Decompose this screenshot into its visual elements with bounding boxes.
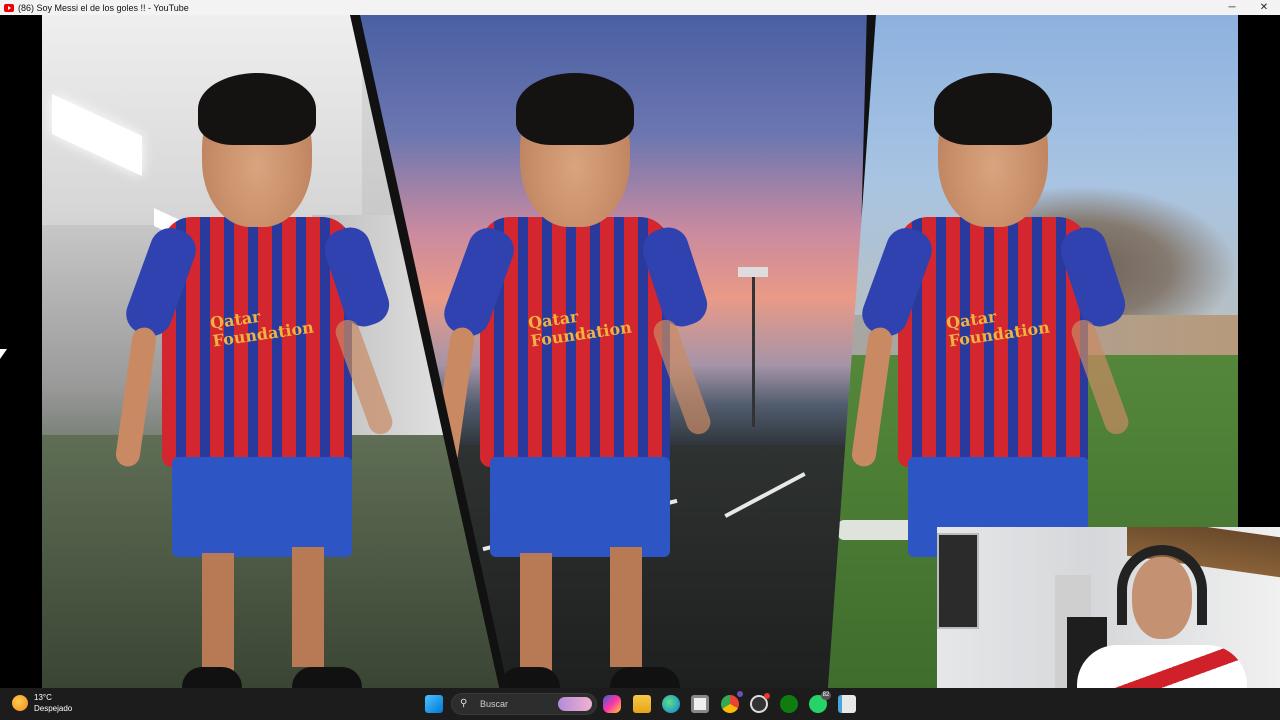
whatsapp-unread-badge: 82 (821, 691, 831, 700)
windows-taskbar: 13°C Despejado ⚲ Buscar 82 (0, 688, 1280, 720)
windows-start-icon[interactable] (425, 695, 443, 713)
microsoft-store-icon[interactable] (691, 695, 709, 713)
floodlight-pole (752, 277, 755, 427)
leg (202, 553, 234, 673)
wall-poster (937, 533, 979, 629)
shorts (490, 457, 670, 557)
mouse-cursor (0, 349, 7, 359)
leg (292, 547, 324, 667)
recording-badge (764, 693, 770, 699)
hair (516, 73, 634, 145)
copilot-icon[interactable] (603, 695, 621, 713)
search-placeholder: Buscar (480, 699, 509, 709)
leg (520, 553, 552, 673)
floodlight (738, 267, 768, 277)
shoe (610, 667, 680, 688)
leg (610, 547, 642, 667)
edge-icon[interactable] (662, 695, 680, 713)
xbox-icon[interactable] (780, 695, 798, 713)
search-icon: ⚲ (460, 698, 468, 709)
weather-temperature: 13°C (34, 693, 52, 702)
minimize-button[interactable]: ─ (1216, 0, 1248, 15)
obs-icon[interactable] (750, 693, 770, 713)
notepad-icon[interactable] (838, 695, 856, 713)
hair (934, 73, 1052, 145)
headphones-icon (1117, 545, 1207, 625)
shoe (500, 667, 560, 688)
chrome-icon[interactable] (721, 691, 743, 713)
taskbar-search-box[interactable]: ⚲ Buscar (451, 693, 597, 715)
shorts (172, 457, 352, 557)
hair (198, 73, 316, 145)
file-explorer-icon[interactable] (633, 695, 651, 713)
window-titlebar: (86) Soy Messi el de los goles !! - YouT… (0, 0, 1280, 15)
search-highlight-image (558, 697, 592, 711)
weather-sun-icon (12, 695, 28, 711)
whatsapp-icon[interactable]: 82 (809, 691, 831, 713)
weather-widget[interactable]: 13°C Despejado (12, 692, 72, 714)
shoe (182, 667, 242, 688)
chrome-profile-badge (737, 691, 743, 697)
youtube-icon (4, 3, 14, 12)
weather-description: Despejado (34, 704, 73, 713)
window-title: (86) Soy Messi el de los goles !! - YouT… (18, 2, 189, 13)
close-button[interactable]: ✕ (1248, 0, 1280, 15)
shoe (292, 667, 362, 688)
